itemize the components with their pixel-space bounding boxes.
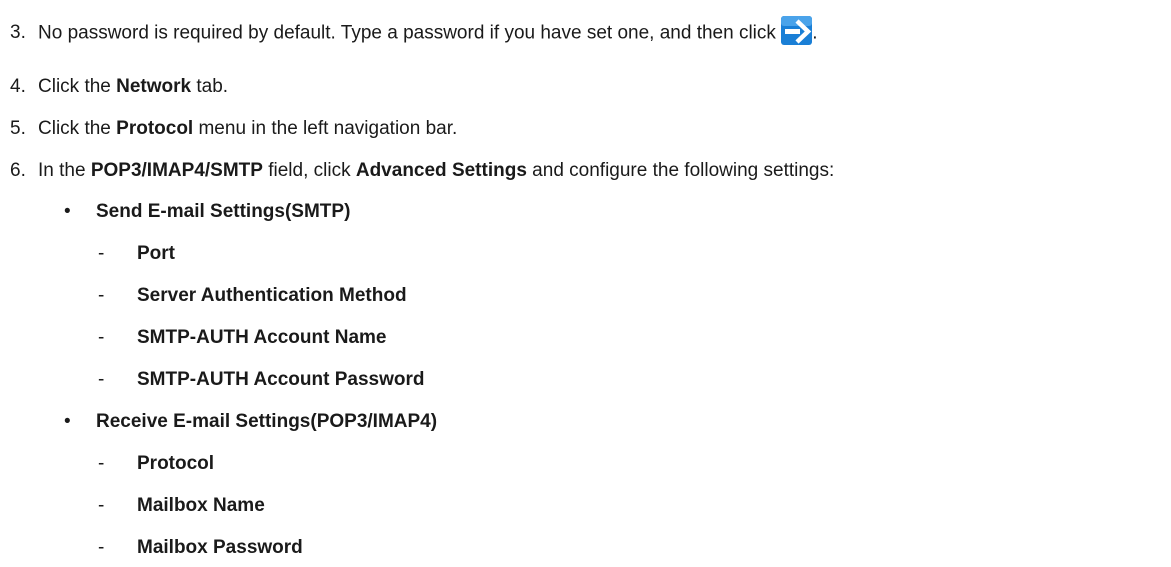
- step-text-after: menu in the left navigation bar.: [193, 118, 458, 139]
- step-bold-term: Network: [116, 76, 192, 97]
- settings-group-heading: Send E-mail Settings(SMTP): [96, 201, 351, 222]
- step-bold-term: Protocol: [116, 118, 194, 139]
- dash-icon: -: [98, 453, 105, 474]
- step-number: 6.: [10, 160, 26, 181]
- setting-name: Port: [137, 243, 175, 264]
- dash-icon: -: [98, 495, 105, 516]
- step-text: Click the Network tab.: [38, 76, 228, 98]
- arrow-right-icon: [781, 16, 813, 45]
- step-text-before: Click the: [38, 76, 117, 97]
- step-text: In the POP3/IMAP4/SMTP field, click Adva…: [38, 160, 834, 182]
- bullet-icon: •: [64, 411, 71, 432]
- step-number: 3.: [10, 22, 26, 43]
- setting-name: SMTP-AUTH Account Password: [137, 369, 425, 390]
- setting-name: SMTP-AUTH Account Name: [137, 327, 387, 348]
- instruction-document: 3. No password is required by default. T…: [0, 0, 1171, 567]
- setting-name: Server Authentication Method: [137, 285, 407, 306]
- step-text-after: tab.: [191, 76, 229, 97]
- step-number: 4.: [10, 76, 26, 97]
- step-text-after: .: [812, 22, 818, 44]
- dash-icon: -: [98, 243, 105, 264]
- bullet-icon: •: [64, 201, 71, 222]
- settings-group-heading: Receive E-mail Settings(POP3/IMAP4): [96, 411, 438, 432]
- step-text-middle: field, click: [262, 160, 356, 181]
- dash-icon: -: [98, 327, 105, 348]
- dash-icon: -: [98, 369, 105, 390]
- step-bold-term: Advanced Settings: [355, 160, 527, 181]
- dash-icon: -: [98, 537, 105, 558]
- step-text-after: and configure the following settings:: [526, 160, 835, 181]
- step-text: Click the Protocol menu in the left navi…: [38, 118, 457, 140]
- setting-name: Mailbox Password: [137, 537, 303, 558]
- setting-name: Protocol: [137, 453, 215, 474]
- step-number: 5.: [10, 118, 26, 139]
- step-text-before: No password is required by default. Type…: [38, 22, 776, 44]
- step-text-before: In the: [38, 160, 91, 181]
- step-text-before: Click the: [38, 118, 117, 139]
- step-bold-term: POP3/IMAP4/SMTP: [90, 160, 263, 181]
- setting-name: Mailbox Name: [137, 495, 265, 516]
- dash-icon: -: [98, 285, 105, 306]
- step-text: No password is required by default. Type…: [38, 16, 818, 45]
